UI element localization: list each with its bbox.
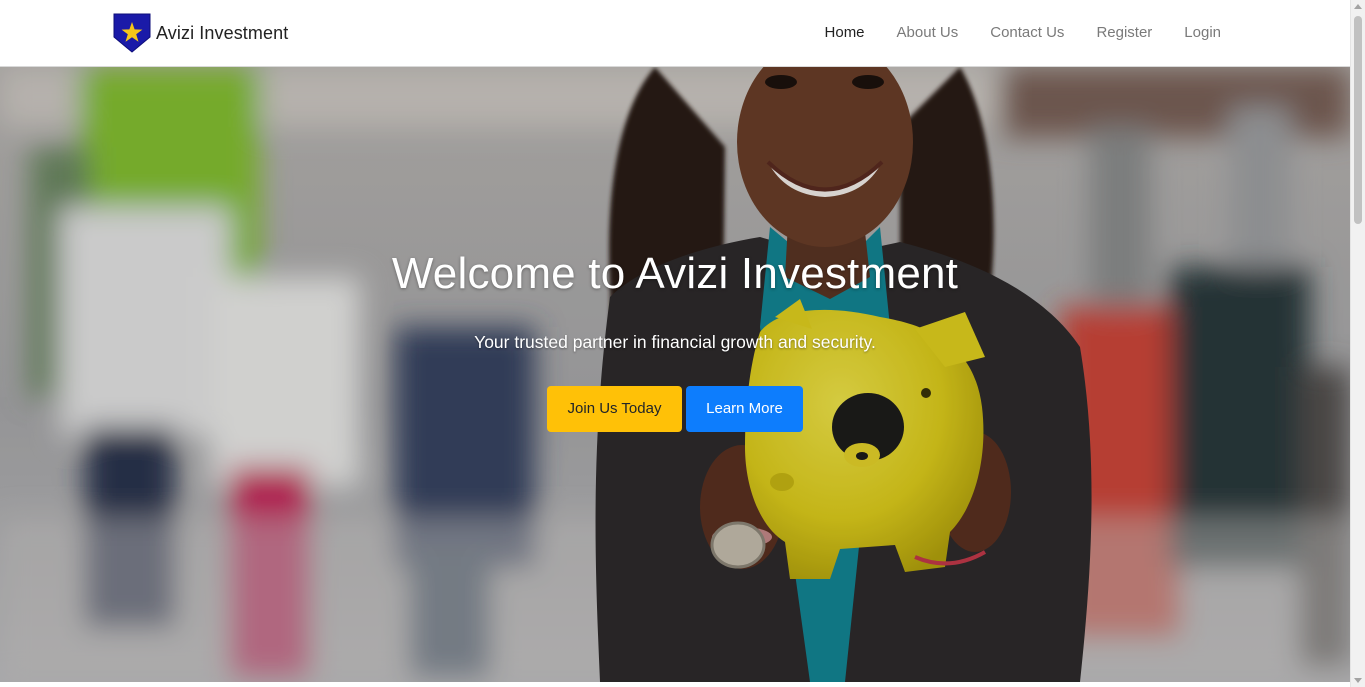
navbar: Avizi Investment Home About Us Contact U… [0,0,1350,67]
nav-link-home[interactable]: Home [809,18,881,47]
join-us-today-button[interactable]: Join Us Today [547,386,682,432]
main-nav: Home About Us Contact Us Register Login [809,18,1237,47]
hero-section: Welcome to Avizi Investment Your trusted… [0,67,1350,682]
nav-link-register[interactable]: Register [1080,18,1168,47]
brand-name: Avizi Investment [156,22,289,43]
scrollbar-thumb[interactable] [1354,16,1362,224]
nav-link-about-us[interactable]: About Us [881,18,975,47]
hero-button-group: Join Us Today Learn More [0,386,1350,432]
page-scrollbar[interactable] [1350,0,1365,687]
scroll-up-arrow-icon[interactable] [1354,4,1362,9]
hero-overlay [0,67,1350,682]
page-bottom-strip [0,682,1350,687]
learn-more-button[interactable]: Learn More [686,386,803,432]
nav-link-login[interactable]: Login [1168,18,1237,47]
shield-logo-icon [113,13,151,53]
brand-logo-link[interactable]: Avizi Investment [113,13,288,53]
hero-title: Welcome to Avizi Investment [391,249,959,298]
hero-subtitle: Your trusted partner in financial growth… [474,332,876,352]
nav-link-contact-us[interactable]: Contact Us [974,18,1080,47]
scroll-down-arrow-icon[interactable] [1354,678,1362,683]
